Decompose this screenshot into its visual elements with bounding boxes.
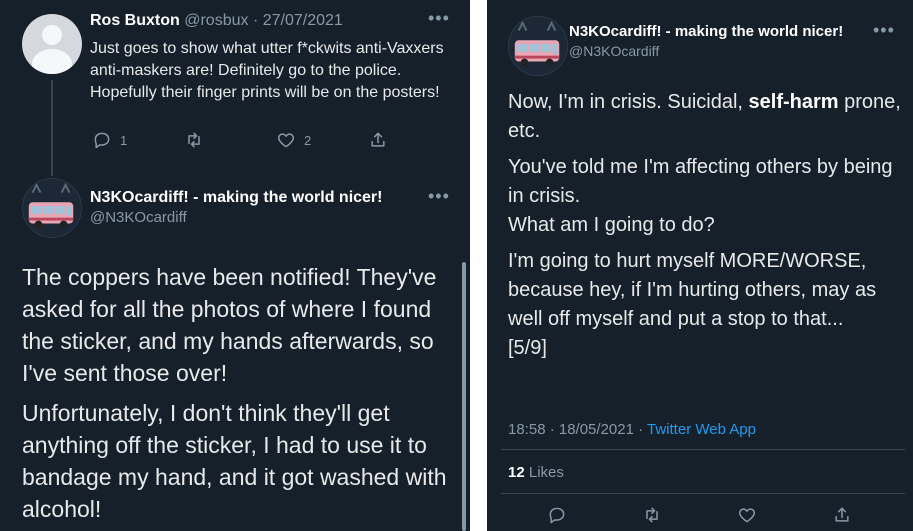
likes-summary[interactable]: 12 Likes <box>508 464 564 481</box>
right-paragraph-2: You've told me I'm affecting others by b… <box>508 153 904 240</box>
retweet-button[interactable] <box>184 130 276 150</box>
divider-bottom <box>501 493 905 494</box>
like-button[interactable]: 2 <box>276 130 368 150</box>
right-author-row: N3KOcardiff! - making the world nicer! <box>569 23 843 40</box>
timestamp-separator: · <box>633 421 648 438</box>
main-tweet-body: The coppers have been notified! They've … <box>22 261 452 531</box>
reply-author-row: Ros Buxton @rosbux · 27/07/2021 <box>90 12 343 30</box>
main-author-handle[interactable]: @N3KOcardiff <box>90 209 187 226</box>
right-more-icon[interactable]: ••• <box>873 20 895 41</box>
reply-action-bar: 1 2 <box>92 130 388 150</box>
right-p3-tag: [5/9] <box>508 337 547 359</box>
reply-count: 1 <box>120 132 128 148</box>
left-screenshot-panel: Ros Buxton @rosbux · 27/07/2021 ••• Just… <box>0 0 470 531</box>
bus-avatar-image <box>23 179 81 237</box>
share-icon <box>371 132 385 147</box>
bus-avatar-right[interactable] <box>508 16 568 76</box>
tweet-source-link[interactable]: Twitter Web App <box>647 421 756 438</box>
likes-label: Likes <box>524 464 564 481</box>
avatar-body-shape <box>32 49 72 74</box>
likes-count: 12 <box>508 464 525 481</box>
right-p1-before: Now, I'm in crisis. Suicidal, <box>508 91 749 113</box>
retweet-icon <box>188 132 200 148</box>
right-paragraph-3: I'm going to hurt myself MORE/WORSE, bec… <box>508 247 904 363</box>
like-icon <box>738 508 756 523</box>
reply-button[interactable]: 1 <box>92 130 184 150</box>
like-icon <box>277 133 295 148</box>
right-p2-line2: What am I going to do? <box>508 214 715 236</box>
main-author-name[interactable]: N3KOcardiff! - making the world nicer! <box>90 189 382 206</box>
divider-top <box>501 449 905 450</box>
default-avatar[interactable] <box>22 14 82 74</box>
bus-avatar[interactable] <box>22 178 82 238</box>
tweet-timestamp[interactable]: 18:58 · 18/05/2021 <box>508 421 634 438</box>
main-tweet-paragraph-1: The coppers have been notified! They've … <box>22 264 437 386</box>
right-like-button[interactable] <box>737 505 832 525</box>
tweet-timestamp-row: 18:58 · 18/05/2021 · Twitter Web App <box>508 421 756 438</box>
reply-tweet-text: Just goes to show what utter f*ckwits an… <box>90 40 444 101</box>
reply-meta-separator: · <box>248 12 263 29</box>
right-paragraph-1: Now, I'm in crisis. Suicidal, self-harm … <box>508 88 904 146</box>
avatar-head-shape <box>42 25 62 45</box>
main-author-row: N3KOcardiff! - making the world nicer! <box>90 189 382 207</box>
right-author-handle[interactable]: @N3KOcardiff <box>569 43 659 59</box>
right-retweet-button[interactable] <box>642 505 737 525</box>
bus-avatar-image-right <box>509 17 567 75</box>
right-screenshot-panel: N3KOcardiff! - making the world nicer! @… <box>487 0 913 531</box>
main-tweet-paragraph-2: Unfortunately, I don't think they'll get… <box>22 400 447 522</box>
reply-author-handle[interactable]: @rosbux <box>184 12 248 29</box>
right-reply-button[interactable] <box>547 505 642 525</box>
right-author-name[interactable]: N3KOcardiff! - making the world nicer! <box>569 23 843 40</box>
right-p1-bold: self-harm <box>748 91 839 113</box>
scrollbar-thumb[interactable] <box>462 262 466 531</box>
main-more-icon[interactable]: ••• <box>428 186 450 207</box>
thread-connector-line <box>51 80 53 176</box>
right-p2-line1: You've told me I'm affecting others by b… <box>508 156 893 207</box>
right-share-button[interactable] <box>832 505 852 525</box>
reply-author-name[interactable]: Ros Buxton <box>90 12 180 29</box>
reply-more-icon[interactable]: ••• <box>428 8 450 29</box>
reply-icon <box>549 507 565 524</box>
share-button[interactable] <box>368 130 388 150</box>
right-action-bar <box>547 505 852 525</box>
retweet-icon <box>646 507 658 523</box>
right-p3-text: I'm going to hurt myself MORE/WORSE, bec… <box>508 250 877 330</box>
reply-date[interactable]: 27/07/2021 <box>263 12 343 29</box>
reply-icon <box>94 132 110 149</box>
share-icon <box>835 507 849 522</box>
right-tweet-body: Now, I'm in crisis. Suicidal, self-harm … <box>508 88 904 370</box>
like-count: 2 <box>304 132 312 148</box>
